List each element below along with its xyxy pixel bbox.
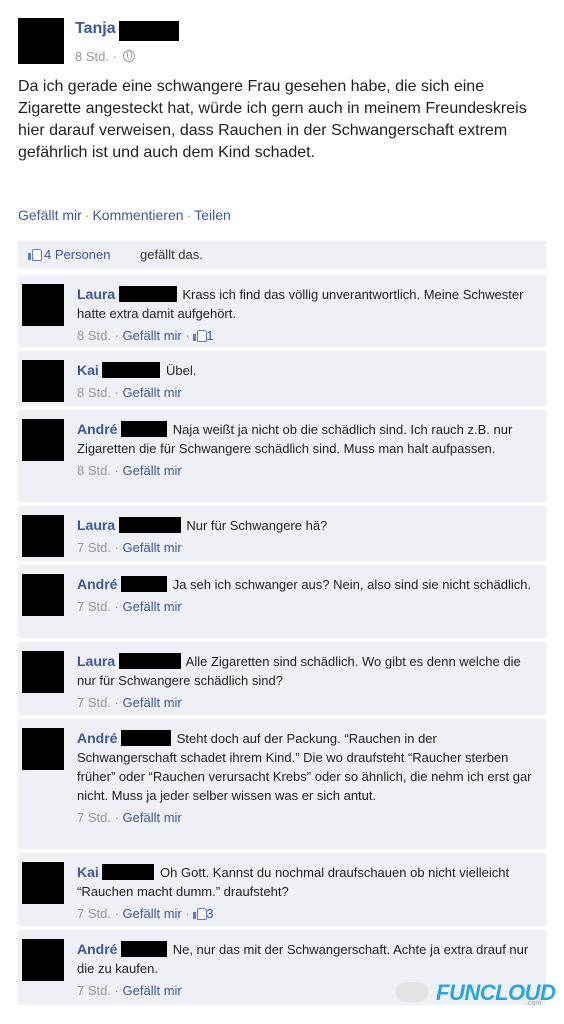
comment-text: Ja seh ich schwanger aus? Nein, also sin… <box>172 577 532 592</box>
comment-time[interactable]: 7 Std. <box>77 695 111 710</box>
commenter-avatar[interactable] <box>22 284 64 326</box>
comment-item: Laura Alle Zigaretten sind schädlich. Wo… <box>18 642 546 715</box>
comment-like-link[interactable]: Gefällt mir <box>123 695 182 710</box>
redacted-surname <box>118 517 181 533</box>
comment-item: Laura Nur für Schwangere hä? 7 Std. · Ge… <box>18 506 546 561</box>
commenter-avatar[interactable] <box>22 862 64 904</box>
comment-time[interactable]: 8 Std. <box>77 328 111 343</box>
redacted-surname <box>121 941 168 957</box>
comment-like-count[interactable]: 1 <box>206 328 213 343</box>
comment-meta: 8 Std. · Gefällt mir <box>77 463 182 478</box>
post-header: Tanja 8 Std. · <box>18 18 548 68</box>
comment-link[interactable]: Kommentieren <box>92 207 183 223</box>
comment-like-link[interactable]: Gefällt mir <box>123 810 182 825</box>
comment-body: André Steht doch auf der Packung. “Rauch… <box>77 729 537 827</box>
commenter-name[interactable]: Kai <box>77 362 99 378</box>
commenter-avatar[interactable] <box>22 939 64 981</box>
share-link[interactable]: Teilen <box>194 207 231 223</box>
commenter-name[interactable]: André <box>77 730 117 746</box>
comment-meta: 7 Std. · Gefällt mir <box>77 540 182 555</box>
funcloud-watermark: FUNCLOUD .com <box>396 978 556 1008</box>
comment-body: André Naja weißt ja nicht ob die schädli… <box>77 420 537 480</box>
comment-item: André Steht doch auf der Packung. “Rauch… <box>18 719 546 849</box>
like-link[interactable]: Gefällt mir <box>18 207 82 223</box>
comment-like-link[interactable]: Gefällt mir <box>123 463 182 478</box>
post-actions: Gefällt mir · Kommentieren · Teilen <box>18 207 231 223</box>
post-text: Da ich gerade eine schwangere Frau geseh… <box>18 78 527 161</box>
comment-time[interactable]: 7 Std. <box>77 540 111 555</box>
commenter-avatar[interactable] <box>22 574 64 616</box>
comment-time[interactable]: 8 Std. <box>77 463 111 478</box>
commenter-avatar[interactable] <box>22 360 64 402</box>
comment-meta: 7 Std. · Gefällt mir <box>77 810 182 825</box>
post-meta: 8 Std. · <box>75 49 135 64</box>
comment-item: Laura Krass ich find das völlig unverant… <box>18 275 546 347</box>
redacted-surname <box>102 362 161 378</box>
thumbs-up-icon <box>28 248 42 261</box>
comment-time[interactable]: 7 Std. <box>77 906 111 921</box>
redacted-surname <box>119 21 179 41</box>
commenter-name[interactable]: André <box>77 576 117 592</box>
separator: · <box>84 207 90 223</box>
comment-meta: 7 Std. · Gefällt mir <box>77 599 182 614</box>
comment-body: Kai Übel. 8 Std. · Gefällt mir <box>77 361 537 402</box>
comment-like-link[interactable]: Gefällt mir <box>123 540 182 555</box>
cloud-icon <box>396 982 428 1002</box>
comment-like-link[interactable]: Gefällt mir <box>123 599 182 614</box>
comment-body: Kai Oh Gott. Kannst du nochmal draufscha… <box>77 863 537 923</box>
commenter-avatar[interactable] <box>22 651 64 693</box>
comment-meta: 7 Std. · Gefällt mir · 3 <box>77 906 214 921</box>
commenter-avatar[interactable] <box>22 515 64 557</box>
comment-like-link[interactable]: Gefällt mir <box>123 385 182 400</box>
comment-like-count[interactable]: 3 <box>206 906 213 921</box>
redacted-surname <box>118 653 181 669</box>
comment-meta: 8 Std. · Gefällt mir · 1 <box>77 328 214 343</box>
comment-item: Kai Oh Gott. Kannst du nochmal draufscha… <box>18 853 546 926</box>
commenter-name[interactable]: Kai <box>77 864 99 880</box>
comment-meta: 7 Std. · Gefällt mir <box>77 695 182 710</box>
commenter-name[interactable]: André <box>77 421 117 437</box>
commenter-avatar[interactable] <box>22 419 64 461</box>
post-time[interactable]: 8 Std. <box>75 49 109 64</box>
comment-body: Laura Alle Zigaretten sind schädlich. Wo… <box>77 652 537 712</box>
comment-time[interactable]: 7 Std. <box>77 983 111 998</box>
redacted-surname <box>121 576 168 592</box>
separator: · <box>186 207 192 223</box>
likes-bar: 4 Personen gefällt das. <box>18 241 546 269</box>
commenter-name[interactable]: Laura <box>77 517 115 533</box>
likes-count-link[interactable]: 4 Personen <box>44 241 111 269</box>
commenter-name[interactable]: Laura <box>77 653 115 669</box>
redacted-surname <box>102 864 155 880</box>
comment-body: Laura Nur für Schwangere hä? 7 Std. · Ge… <box>77 516 537 557</box>
comment-time[interactable]: 8 Std. <box>77 385 111 400</box>
redacted-surname <box>121 421 168 437</box>
author-avatar[interactable] <box>18 18 64 64</box>
author-name[interactable]: Tanja <box>75 20 116 38</box>
likes-text: gefällt das. <box>140 247 203 262</box>
comment-meta: 8 Std. · Gefällt mir <box>77 385 182 400</box>
comment-like-link[interactable]: Gefällt mir <box>123 328 182 343</box>
thumbs-up-icon <box>193 907 208 920</box>
commenter-name[interactable]: André <box>77 941 117 957</box>
watermark-domain: .com <box>526 1000 542 1007</box>
globe-icon <box>122 50 135 62</box>
comment-text: Übel. <box>166 363 197 378</box>
commenter-avatar[interactable] <box>22 728 64 770</box>
redacted-surname <box>118 286 177 302</box>
commenter-name[interactable]: Laura <box>77 286 115 302</box>
comment-time[interactable]: 7 Std. <box>77 599 111 614</box>
comment-body: André Ja seh ich schwanger aus? Nein, al… <box>77 575 537 616</box>
comment-like-link[interactable]: Gefällt mir <box>123 983 182 998</box>
comment-text: Nur für Schwangere hä? <box>186 518 328 533</box>
comment-body: Laura Krass ich find das völlig unverant… <box>77 285 537 345</box>
meta-separator: · <box>112 49 117 64</box>
comment-item: Kai Übel. 8 Std. · Gefällt mir <box>18 351 546 406</box>
comment-item: André Ja seh ich schwanger aus? Nein, al… <box>18 565 546 638</box>
comment-item: André Naja weißt ja nicht ob die schädli… <box>18 410 546 502</box>
comment-like-link[interactable]: Gefällt mir <box>123 906 182 921</box>
redacted-surname <box>121 730 172 746</box>
thumbs-up-icon <box>193 329 208 342</box>
comment-time[interactable]: 7 Std. <box>77 810 111 825</box>
